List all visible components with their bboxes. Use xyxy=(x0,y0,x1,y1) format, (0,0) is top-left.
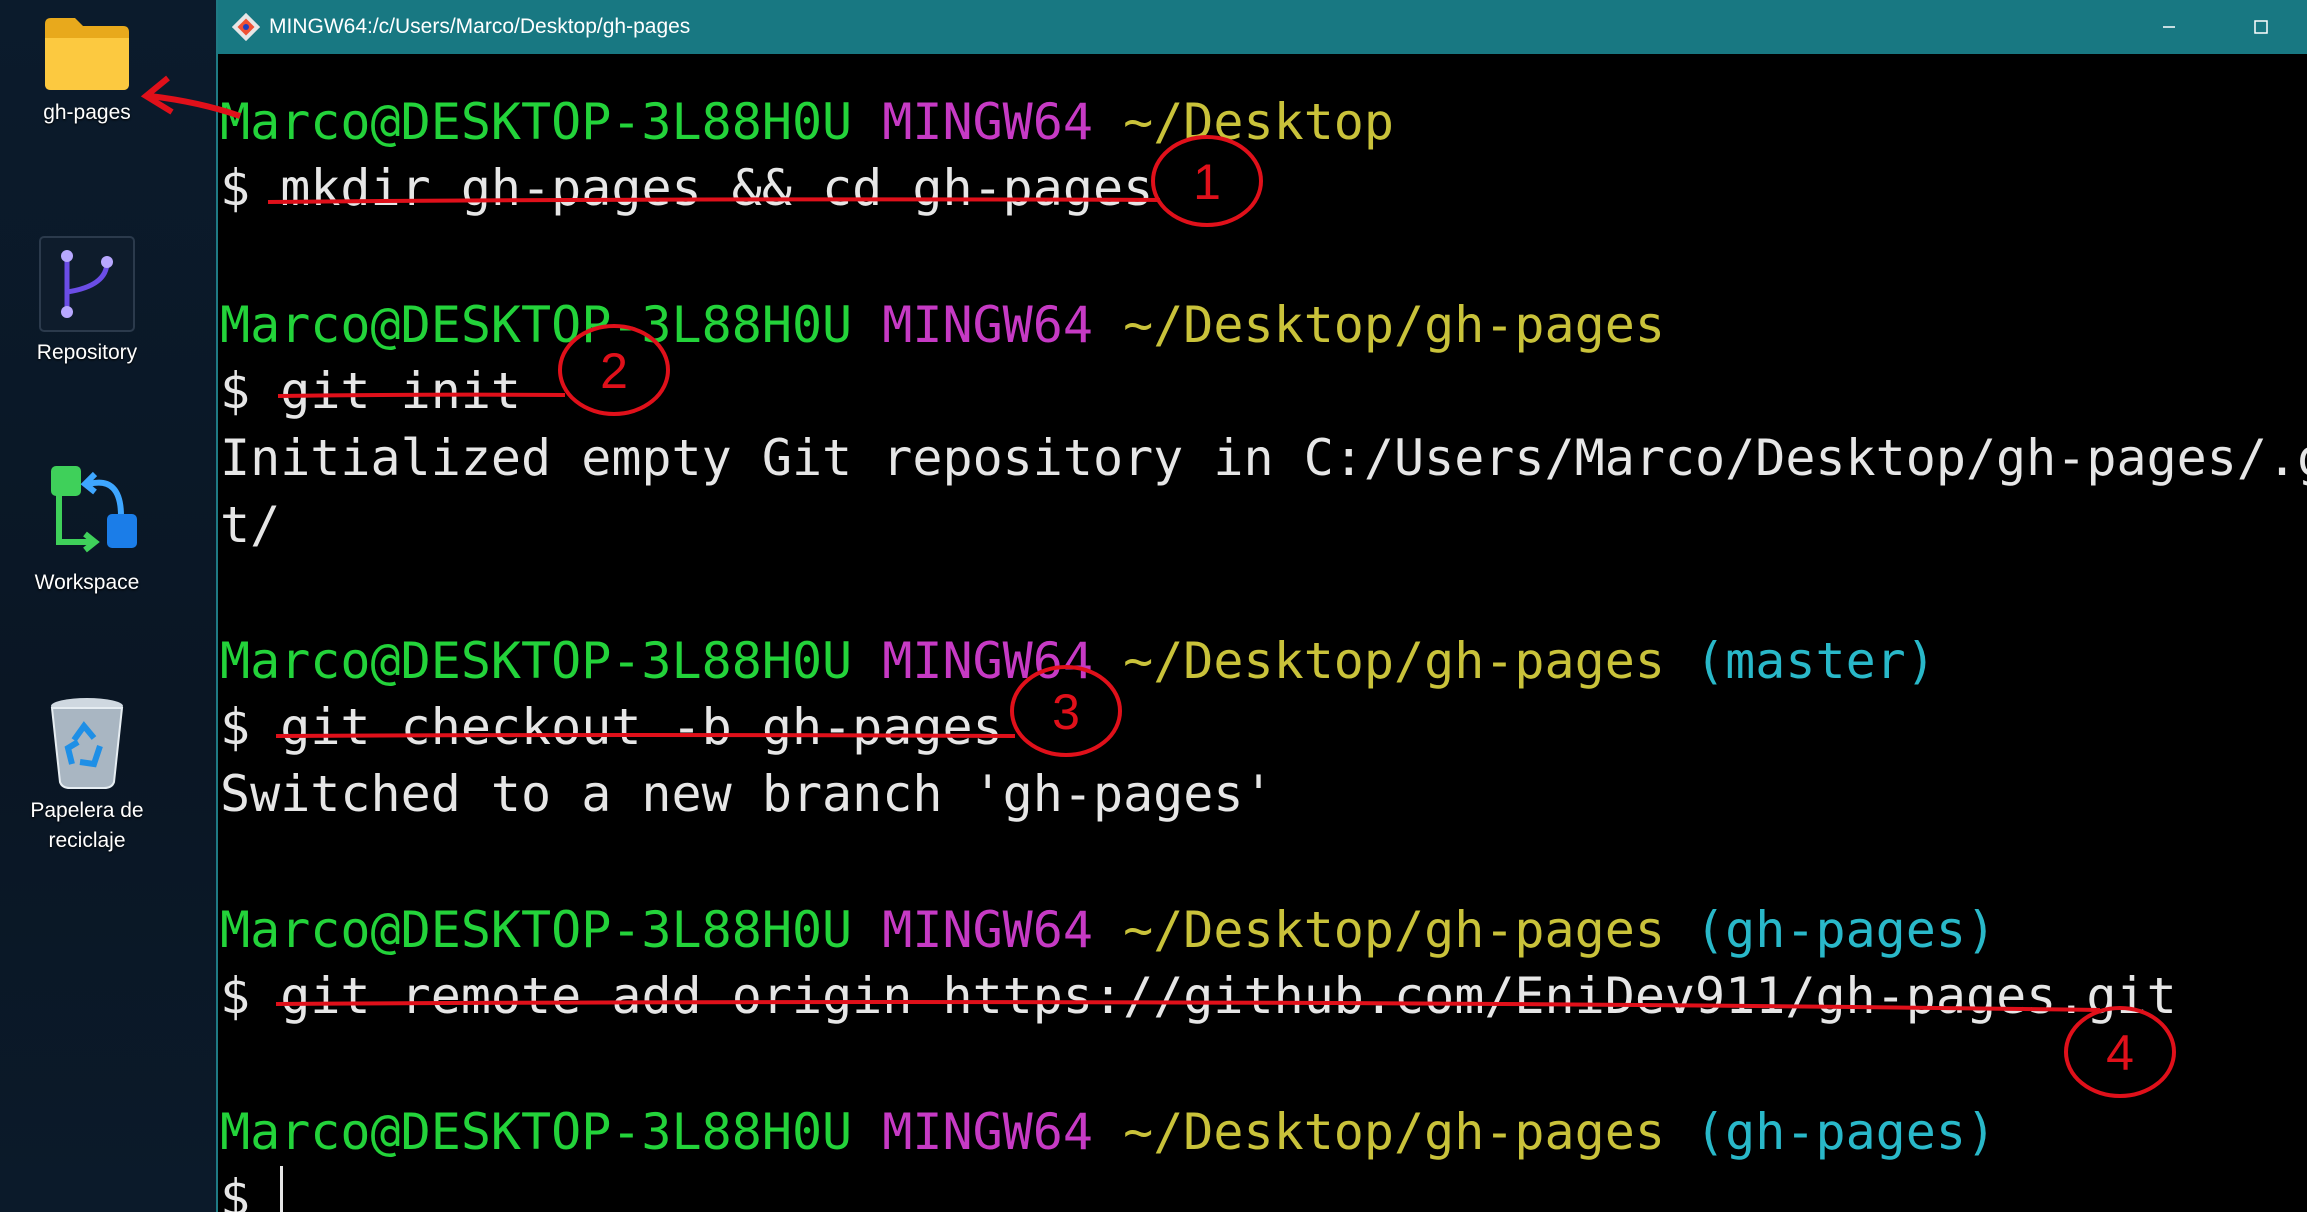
minimize-button[interactable] xyxy=(2123,0,2215,54)
text-cursor xyxy=(280,1166,283,1212)
prompt-host: MINGW64 xyxy=(882,901,1093,959)
command-text: git checkout -b gh-pages xyxy=(280,698,1003,756)
desktop-icon-label: Workspace xyxy=(34,571,140,594)
prompt-user: Marco@DESKTOP-3L88H0U xyxy=(220,1103,853,1161)
terminal-output[interactable]: Marco@DESKTOP-3L88H0U MINGW64 ~/Desktop … xyxy=(220,54,2307,1212)
title-bar[interactable]: MINGW64:/c/Users/Marco/Desktop/gh-pages xyxy=(218,0,2307,54)
folder-icon xyxy=(45,18,129,90)
command-text: git remote add origin https://github.com… xyxy=(280,967,2177,1025)
desktop-icon-label: gh-pages xyxy=(43,101,131,124)
command-line: $ git checkout -b gh-pages xyxy=(220,698,1003,756)
output-line: Switched to a new branch 'gh-pages' xyxy=(220,765,1274,823)
desktop-icon-label: Papelera de reciclaje xyxy=(30,799,144,852)
minimize-icon xyxy=(2163,26,2175,28)
prompt-line: Marco@DESKTOP-3L88H0U MINGW64 ~/Desktop xyxy=(220,92,1394,152)
prompt-host: MINGW64 xyxy=(882,296,1093,354)
prompt-line: Marco@DESKTOP-3L88H0U MINGW64 ~/Desktop/… xyxy=(220,1102,1996,1162)
prompt-host: MINGW64 xyxy=(882,1103,1093,1161)
prompt-path: ~/Desktop/gh-pages xyxy=(1123,632,1665,690)
prompt-line: Marco@DESKTOP-3L88H0U MINGW64 ~/Desktop/… xyxy=(220,900,1996,960)
git-branch-icon xyxy=(39,236,135,332)
git-bash-icon xyxy=(232,13,260,41)
prompt-branch: (gh-pages) xyxy=(1695,901,1997,959)
prompt-path: ~/Desktop/gh-pages xyxy=(1123,1103,1665,1161)
command-line: $ mkdir gh-pages && cd gh-pages xyxy=(220,159,1154,217)
window-title: MINGW64:/c/Users/Marco/Desktop/gh-pages xyxy=(269,15,691,38)
prompt-path: ~/Desktop xyxy=(1123,93,1395,151)
command-text: mkdir gh-pages && cd gh-pages xyxy=(280,159,1154,217)
prompt-host: MINGW64 xyxy=(882,93,1093,151)
prompt-line: Marco@DESKTOP-3L88H0U MINGW64 ~/Desktop/… xyxy=(220,295,1665,355)
output-line: Initialized empty Git repository in C:/U… xyxy=(220,429,2307,487)
prompt-branch: (master) xyxy=(1695,632,1936,690)
desktop-icon-recycle-bin[interactable]: Papelera de reciclaje xyxy=(8,694,166,856)
prompt-path: ~/Desktop/gh-pages xyxy=(1123,901,1665,959)
recycle-bin-icon xyxy=(50,698,124,789)
desktop-icon-repository[interactable]: Repository xyxy=(8,236,166,368)
prompt-host: MINGW64 xyxy=(882,632,1093,690)
maximize-button[interactable] xyxy=(2215,0,2307,54)
prompt-user: Marco@DESKTOP-3L88H0U xyxy=(220,93,853,151)
prompt-line: Marco@DESKTOP-3L88H0U MINGW64 ~/Desktop/… xyxy=(220,631,1936,691)
prompt-user: Marco@DESKTOP-3L88H0U xyxy=(220,632,853,690)
command-line: $ xyxy=(220,1169,251,1212)
maximize-icon xyxy=(2254,20,2268,34)
desktop-icon-gh-pages[interactable]: gh-pages xyxy=(8,14,166,128)
prompt-path: ~/Desktop/gh-pages xyxy=(1123,296,1665,354)
output-line: t/ xyxy=(220,496,281,554)
desktop: gh-pages Repository Workspace Papelera d… xyxy=(0,0,216,1212)
command-line: $ git init xyxy=(220,362,522,420)
command-text: git init xyxy=(280,362,522,420)
command-line: $ git remote add origin https://github.c… xyxy=(220,967,2177,1025)
prompt-user: Marco@DESKTOP-3L88H0U xyxy=(220,296,853,354)
terminal-window[interactable]: MINGW64:/c/Users/Marco/Desktop/gh-pages … xyxy=(216,0,2307,1212)
desktop-icon-workspace[interactable]: Workspace xyxy=(8,462,166,598)
workflow-icon xyxy=(51,466,137,553)
prompt-user: Marco@DESKTOP-3L88H0U xyxy=(220,901,853,959)
prompt-branch: (gh-pages) xyxy=(1695,1103,1997,1161)
desktop-icon-label: Repository xyxy=(36,341,138,364)
